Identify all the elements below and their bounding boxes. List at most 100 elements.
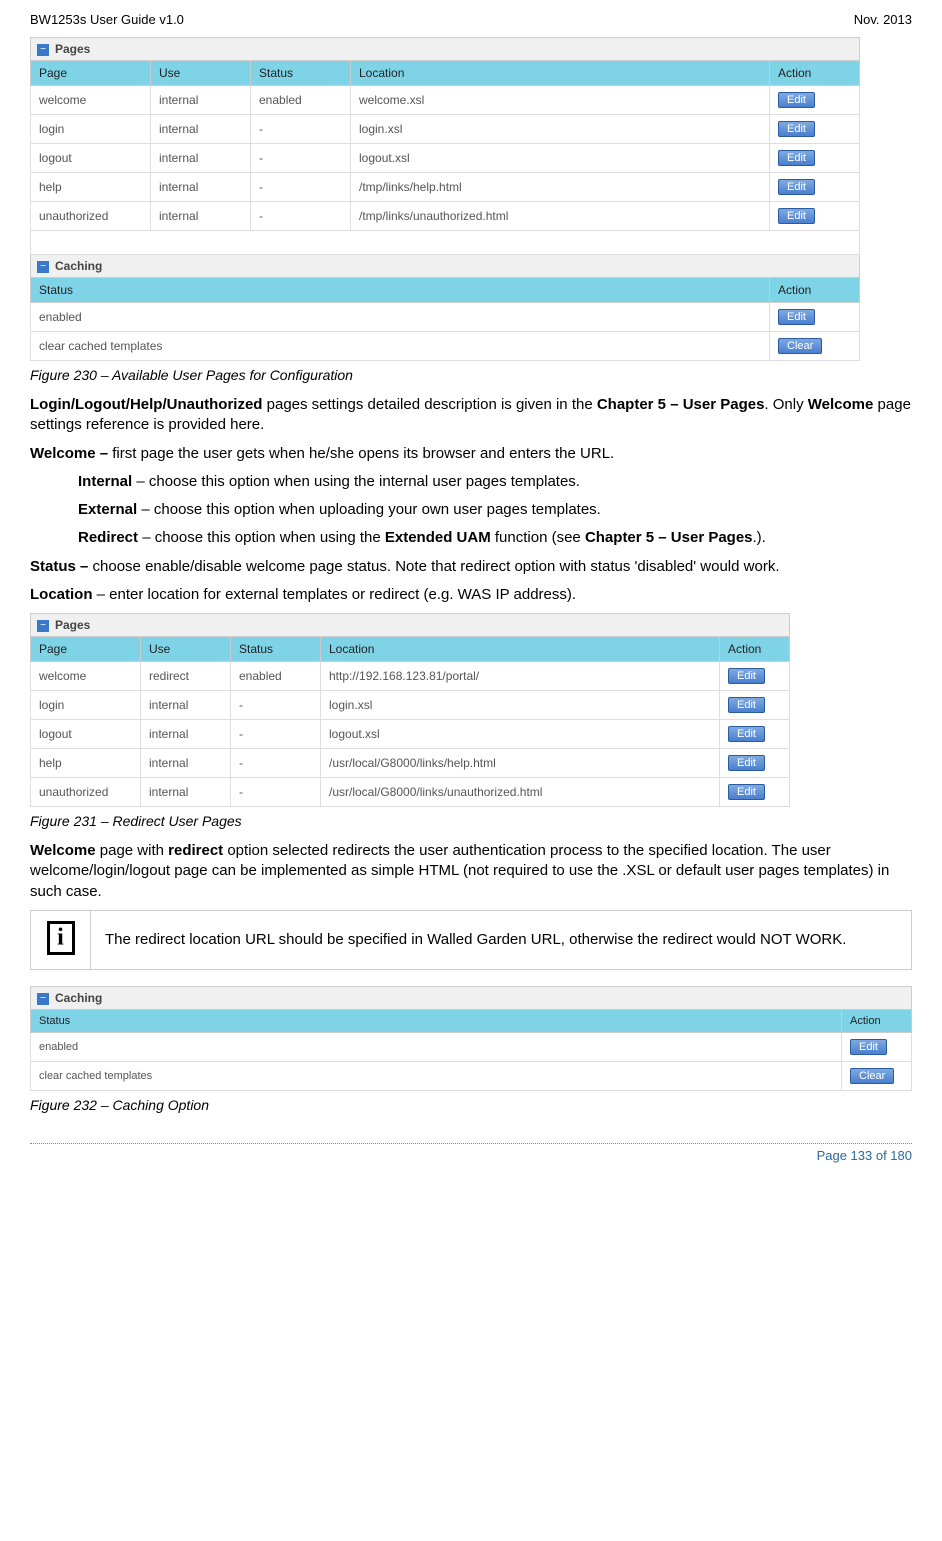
cell-status: -	[251, 202, 351, 231]
cell-location: login.xsl	[351, 115, 770, 144]
info-icon	[47, 921, 75, 955]
pages-section-title: Pages	[55, 42, 90, 56]
collapse-icon[interactable]: −	[37, 620, 49, 632]
edit-button[interactable]: Edit	[728, 755, 765, 771]
edit-button[interactable]: Edit	[778, 92, 815, 108]
col-status: Status	[231, 637, 321, 662]
col-status: Status	[31, 1009, 842, 1032]
caching-section-title: Caching	[55, 259, 102, 273]
caching-section-bar: −Caching	[31, 255, 860, 278]
col-action: Action	[770, 278, 860, 303]
cell-page: help	[31, 173, 151, 202]
paragraph-login-logout: Login/Logout/Help/Unauthorized pages set…	[30, 395, 912, 436]
table-row: logout internal - logout.xsl Edit	[31, 144, 860, 173]
collapse-icon[interactable]: −	[37, 261, 49, 273]
cell-page: login	[31, 115, 151, 144]
table-row: unauthorized internal - /tmp/links/unaut…	[31, 202, 860, 231]
option-internal: Internal – choose this option when using…	[78, 472, 912, 492]
collapse-icon[interactable]: −	[37, 44, 49, 56]
bold-text: Login/Logout/Help/Unauthorized	[30, 396, 262, 413]
bold-text: Welcome	[30, 842, 96, 859]
cell-status: -	[251, 173, 351, 202]
pages-table-1: −Pages Page Use Status Location Action w…	[30, 37, 860, 361]
pages-section-bar: −Pages	[31, 614, 790, 637]
paragraph-redirect: Welcome page with redirect option select…	[30, 841, 912, 902]
bold-text: Welcome –	[30, 445, 108, 462]
table-row: welcome redirect enabled http://192.168.…	[31, 662, 790, 691]
cell-location: login.xsl	[321, 691, 720, 720]
option-redirect: Redirect – choose this option when using…	[78, 528, 912, 548]
table-row: unauthorized internal - /usr/local/G8000…	[31, 778, 790, 807]
text: choose enable/disable welcome page statu…	[88, 558, 779, 575]
edit-button[interactable]: Edit	[850, 1039, 887, 1055]
bold-text: Chapter 5 – User Pages	[597, 396, 765, 413]
cell-status: -	[231, 778, 321, 807]
cell-location: /usr/local/G8000/links/unauthorized.html	[321, 778, 720, 807]
text: – choose this option when uploading your…	[137, 501, 601, 518]
cell-status: -	[231, 749, 321, 778]
cell-status: enabled	[31, 303, 770, 332]
cell-status: enabled	[251, 86, 351, 115]
cell-use: internal	[151, 173, 251, 202]
bold-text: Redirect	[78, 529, 138, 546]
edit-button[interactable]: Edit	[778, 309, 815, 325]
bold-text: Extended UAM	[385, 529, 491, 546]
cell-use: internal	[151, 115, 251, 144]
edit-button[interactable]: Edit	[778, 150, 815, 166]
col-page: Page	[31, 637, 141, 662]
table-row: enabled Edit	[31, 1032, 912, 1061]
bold-text: Welcome	[808, 396, 874, 413]
caching-table-2: −Caching Status Action enabled Edit clea…	[30, 986, 912, 1091]
caching-header-row: Status Action	[31, 278, 860, 303]
pages-section-bar: −Pages	[31, 38, 860, 61]
cell-location: welcome.xsl	[351, 86, 770, 115]
paragraph-status: Status – choose enable/disable welcome p…	[30, 557, 912, 577]
pages-header-row: Page Use Status Location Action	[31, 637, 790, 662]
edit-button[interactable]: Edit	[728, 697, 765, 713]
text: – choose this option when using the	[138, 529, 385, 546]
col-use: Use	[151, 61, 251, 86]
text: – choose this option when using the inte…	[132, 473, 580, 490]
cell-status: enabled	[231, 662, 321, 691]
bold-text: Status –	[30, 558, 88, 575]
info-note-text: The redirect location URL should be spec…	[91, 910, 912, 969]
cell-location: /tmp/links/unauthorized.html	[351, 202, 770, 231]
edit-button[interactable]: Edit	[728, 726, 765, 742]
table-row: help internal - /usr/local/G8000/links/h…	[31, 749, 790, 778]
cell-page: logout	[31, 144, 151, 173]
text: .).	[753, 529, 766, 546]
col-use: Use	[141, 637, 231, 662]
cell-status: -	[231, 720, 321, 749]
caching-section-bar: −Caching	[31, 986, 912, 1009]
bold-text: External	[78, 501, 137, 518]
caching-header-row: Status Action	[31, 1009, 912, 1032]
edit-button[interactable]: Edit	[728, 784, 765, 800]
cell-status: clear cached templates	[31, 1061, 842, 1090]
bold-text: Internal	[78, 473, 132, 490]
bold-text: Chapter 5 – User Pages	[585, 529, 753, 546]
col-location: Location	[321, 637, 720, 662]
page-header: BW1253s User Guide v1.0 Nov. 2013	[30, 12, 912, 27]
col-action: Action	[842, 1009, 912, 1032]
info-note-box: The redirect location URL should be spec…	[30, 910, 912, 970]
edit-button[interactable]: Edit	[778, 208, 815, 224]
collapse-icon[interactable]: −	[37, 993, 49, 1005]
table-row: clear cached templates Clear	[31, 1061, 912, 1090]
edit-button[interactable]: Edit	[728, 668, 765, 684]
cell-location: /usr/local/G8000/links/help.html	[321, 749, 720, 778]
cell-page: unauthorized	[31, 778, 141, 807]
clear-button[interactable]: Clear	[778, 338, 822, 354]
text: pages settings detailed description is g…	[262, 396, 596, 413]
cell-use: redirect	[141, 662, 231, 691]
caching-section-title: Caching	[55, 991, 102, 1005]
edit-button[interactable]: Edit	[778, 179, 815, 195]
col-action: Action	[720, 637, 790, 662]
text: – enter location for external templates …	[93, 586, 577, 603]
clear-button[interactable]: Clear	[850, 1068, 894, 1084]
figure-231-caption: Figure 231 – Redirect User Pages	[30, 813, 912, 829]
edit-button[interactable]: Edit	[778, 121, 815, 137]
col-location: Location	[351, 61, 770, 86]
cell-location: logout.xsl	[351, 144, 770, 173]
cell-page: unauthorized	[31, 202, 151, 231]
col-status: Status	[31, 278, 770, 303]
